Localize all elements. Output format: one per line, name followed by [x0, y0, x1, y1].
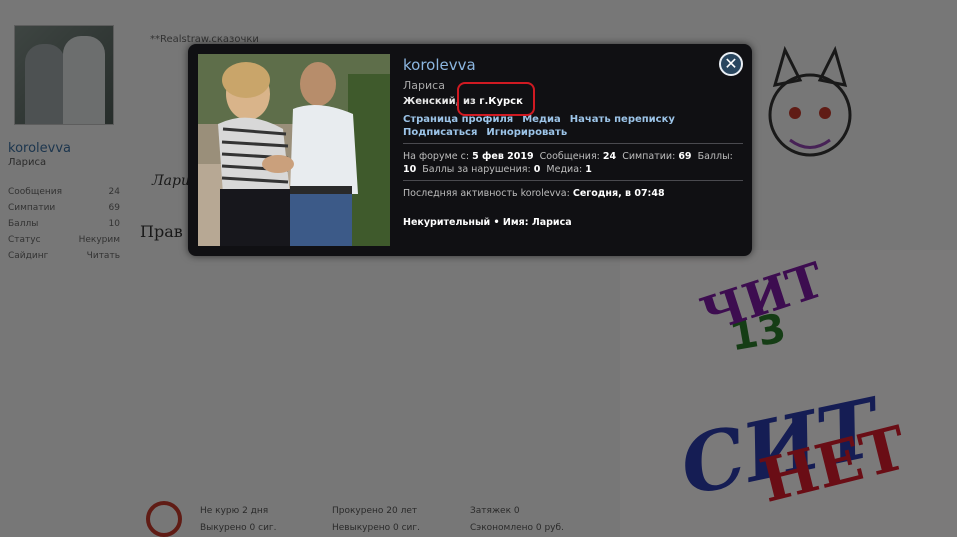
last-activity: Последняя активность korolevva: Сегодня,… — [403, 188, 665, 199]
follow-link[interactable]: Подписаться — [403, 127, 477, 138]
member-username[interactable]: korolevva — [403, 56, 743, 74]
member-stats: На форуме с: 5 фев 2019 Сообщения: 24 Си… — [403, 151, 733, 175]
avatar-photo — [198, 54, 390, 246]
member-links: Страница профиля Медиа Начать переписку По… — [403, 113, 743, 139]
joined-date: 5 фев 2019 — [472, 151, 534, 162]
member-avatar[interactable] — [198, 54, 390, 246]
ignore-link[interactable]: Игнорировать — [486, 127, 567, 138]
points-count: 10 — [403, 164, 417, 175]
member-extra-fields: Некурительный • Имя: Лариса — [403, 217, 572, 228]
member-gender: Женский, — [403, 96, 460, 107]
media-count: 1 — [585, 164, 592, 175]
divider — [403, 143, 743, 144]
red-highlight-annotation — [457, 82, 535, 116]
divider — [403, 180, 743, 181]
last-activity-time: Сегодня, в 07:48 — [572, 188, 665, 199]
likes-count: 69 — [678, 151, 692, 162]
member-info: korolevva Лариса Женский, из г.Курск Стр… — [403, 56, 743, 229]
member-location-line: Женский, из г.Курск — [403, 82, 743, 116]
start-conversation-link[interactable]: Начать переписку — [570, 114, 675, 125]
warning-points: 0 — [533, 164, 541, 175]
member-card: ✕ korolevva Лариса Женский, из г.Курск С… — [188, 44, 752, 256]
member-realname: Лариса — [403, 79, 445, 92]
posts-count: 24 — [602, 151, 617, 162]
